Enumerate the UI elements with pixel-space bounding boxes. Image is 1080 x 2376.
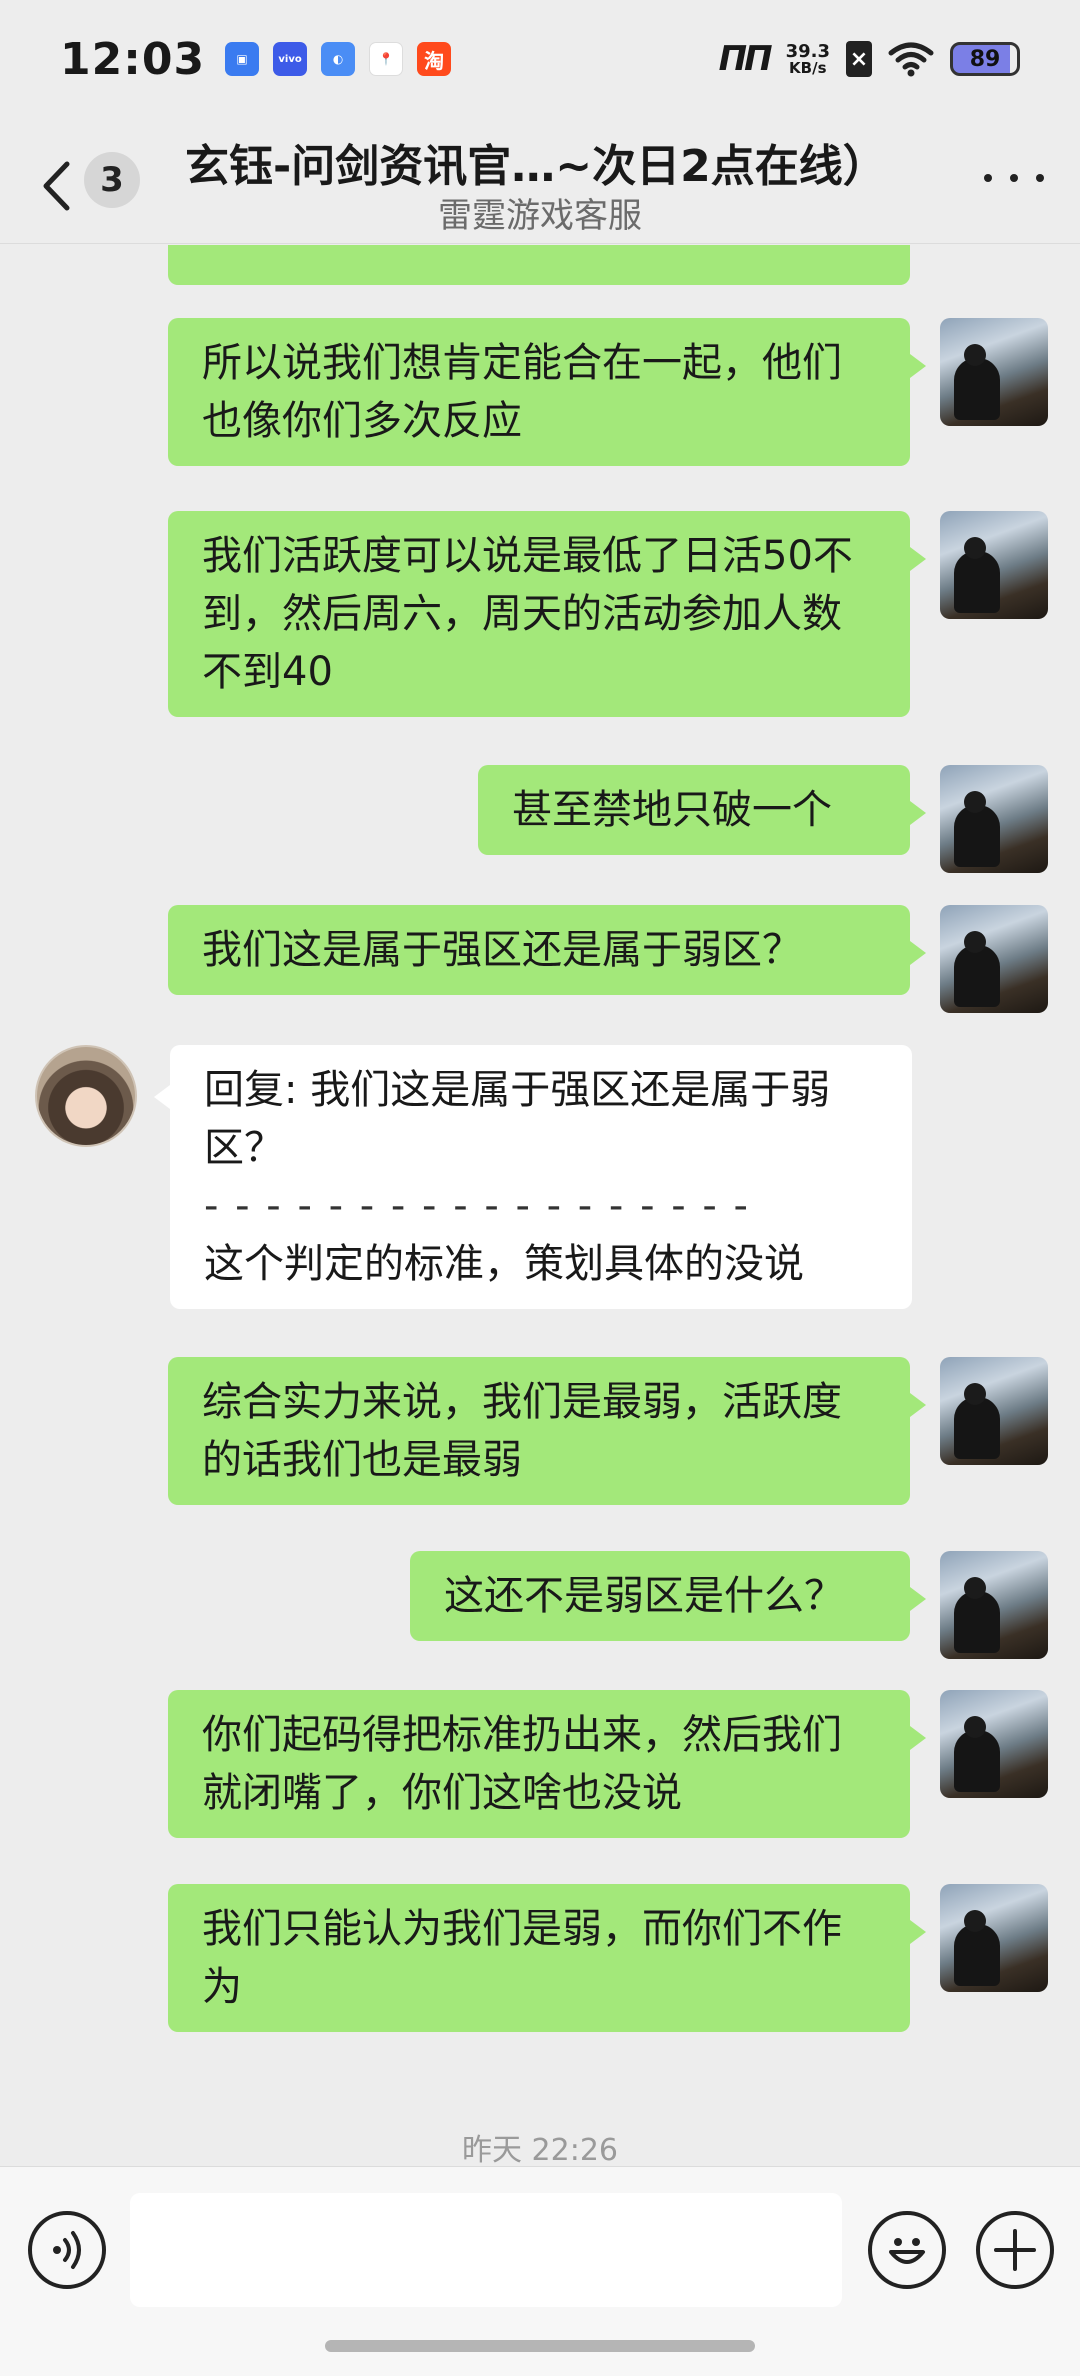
- message-bubble-reply[interactable]: 回复: 我们这是属于强区还是属于弱区？ - - - - - - - - - - …: [154, 1045, 912, 1309]
- message-input[interactable]: [130, 2193, 842, 2307]
- net-speed-value: 39.3: [785, 40, 830, 62]
- vivo-app-icon: vivo: [273, 42, 308, 76]
- voice-icon: [53, 2231, 81, 2269]
- my-avatar[interactable]: [940, 1551, 1048, 1659]
- reply-message-text: 这个判定的标准，策划具体的没说: [204, 1241, 804, 1287]
- more-dot-icon: [984, 174, 992, 182]
- browser-app-icon: ◐: [321, 42, 356, 76]
- taobao-app-icon: 淘: [417, 42, 452, 76]
- message-bubble-mine[interactable]: 我们这是属于强区还是属于弱区？: [168, 905, 926, 995]
- battery-level: 89: [969, 46, 1001, 72]
- message-bubble-mine[interactable]: 所以说我们想肯定能合在一起，他们也像你们多次反应: [168, 318, 926, 466]
- message-bubble-mine[interactable]: 你们起码得把标准扔出来，然后我们就闭嘴了，你们这啥也没说: [168, 1690, 926, 1838]
- message-bubble-mine[interactable]: 综合实力来说，我们是最弱，活跃度的话我们也是最弱: [168, 1357, 926, 1505]
- message-bubble-mine[interactable]: 我们只能认为我们是弱，而你们不作为: [168, 1884, 926, 2032]
- reply-quote-text: 回复: 我们这是属于强区还是属于弱区？: [204, 1067, 831, 1171]
- status-time: 12:03: [60, 33, 206, 85]
- more-dot-icon: [1036, 174, 1044, 182]
- no-sim-icon: ×: [846, 41, 872, 77]
- map-app-icon: 📍: [369, 42, 404, 76]
- smiley-icon: [889, 2238, 925, 2264]
- chat-title: 玄钰-问剑资讯官…~次日2点在线）: [185, 141, 887, 192]
- my-avatar[interactable]: [940, 1884, 1048, 1992]
- contact-avatar[interactable]: [35, 1045, 137, 1147]
- status-bar: 12:03 ▣ vivo ◐ 📍 淘 ΠΠ 39.3 KB/s × 89: [0, 0, 1080, 118]
- home-indicator[interactable]: [325, 2340, 755, 2352]
- net-speed-unit: KB/s: [789, 58, 827, 77]
- wifi-icon: [888, 42, 934, 77]
- reply-separator: - - - - - - - - - - - - - - - - - -: [204, 1183, 750, 1229]
- message-bubble-mine[interactable]: 我们活跃度可以说是最低了日活50不到，然后周六，周天的活动参加人数不到40: [168, 511, 926, 717]
- chat-header: 3 玄钰-问剑资讯官…~次日2点在线） 雷霆游戏客服: [0, 118, 1080, 244]
- my-avatar[interactable]: [940, 1357, 1048, 1465]
- my-avatar[interactable]: [940, 511, 1048, 619]
- signal-logo-icon: ΠΠ: [718, 39, 773, 79]
- message-bubble-mine[interactable]: 甚至禁地只破一个: [478, 765, 926, 855]
- chat-message-list[interactable]: 所以说我们想肯定能合在一起，他们也像你们多次反应 我们活跃度可以说是最低了日活5…: [0, 245, 1080, 2165]
- message-bubble-partial[interactable]: [168, 245, 910, 285]
- battery-indicator: 89: [950, 42, 1020, 76]
- more-functions-button[interactable]: [976, 2211, 1054, 2289]
- message-bubble-mine[interactable]: 这还不是弱区是什么？: [410, 1551, 926, 1641]
- more-options-button[interactable]: [984, 158, 1044, 198]
- my-avatar[interactable]: [940, 318, 1048, 426]
- my-avatar[interactable]: [940, 905, 1048, 1013]
- net-speed: 39.3 KB/s: [785, 40, 830, 77]
- plus-icon: [994, 2229, 1036, 2271]
- message-timestamp: 昨天 22:26: [462, 2133, 618, 2165]
- emoji-button[interactable]: [868, 2211, 946, 2289]
- more-dot-icon: [1010, 174, 1018, 182]
- screen-mirror-app-icon: ▣: [225, 42, 260, 76]
- voice-input-button[interactable]: [28, 2211, 106, 2289]
- notification-icons: ▣ vivo ◐ 📍 淘: [225, 42, 452, 76]
- my-avatar[interactable]: [940, 765, 1048, 873]
- my-avatar[interactable]: [940, 1690, 1048, 1798]
- chat-subtitle: 雷霆游戏客服: [438, 196, 642, 236]
